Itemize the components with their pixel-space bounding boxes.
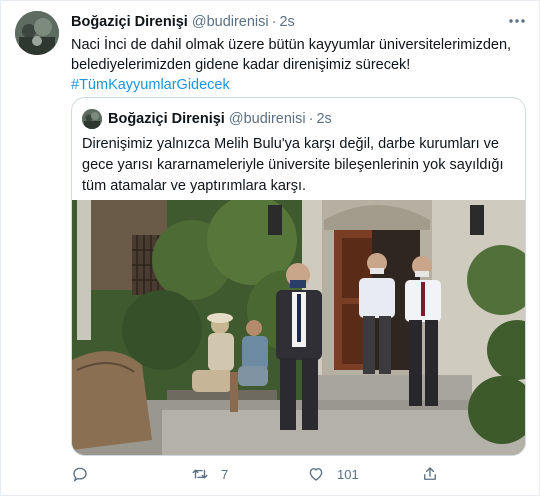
share-button[interactable] (421, 463, 439, 485)
reply-icon (73, 467, 87, 482)
quoted-header-separator: · (308, 111, 314, 127)
quoted-author-handle: @budirenisi (228, 111, 306, 127)
quoted-author-avatar (82, 109, 102, 129)
tweet-text-line: Naci İnci de dahil olmak üzere bütün kay… (71, 37, 512, 53)
hashtag-link[interactable]: #TümKayyumlarGidecek (71, 75, 521, 95)
retweet-button[interactable]: 7 (191, 463, 228, 485)
like-count: 101 (337, 466, 359, 482)
retweet-count: 7 (221, 466, 229, 482)
tweet-text-line: belediyelerimizden gidene kadar direnişi… (71, 57, 411, 73)
retweet-icon (192, 469, 208, 479)
author-name[interactable]: Boğaziçi Direnişi (71, 14, 188, 30)
reply-button[interactable] (71, 463, 101, 485)
author-avatar[interactable] (15, 11, 59, 55)
like-button[interactable]: 101 (307, 463, 359, 485)
like-icon (309, 468, 323, 481)
quoted-tweet-photo[interactable] (72, 200, 525, 455)
quoted-author-name: Boğaziçi Direnişi (108, 111, 225, 127)
tweet-header: Boğaziçi Direnişi @budirenisi · 2s (71, 14, 295, 30)
more-options-icon[interactable] (506, 11, 528, 31)
tweet-actions: 7 101 (71, 463, 511, 485)
quoted-tweet-header: Boğaziçi Direnişi @budirenisi · 2s (108, 111, 332, 127)
quoted-tweet[interactable]: Boğaziçi Direnişi @budirenisi · 2s Direnişi… (71, 97, 526, 456)
header-separator: · (271, 14, 277, 30)
tweet-text: Naci İnci de dahil olmak üzere bütün kay… (71, 35, 521, 95)
quoted-tweet-timestamp: 2s (316, 111, 332, 127)
author-handle[interactable]: @budirenisi (192, 14, 269, 30)
tweet-timestamp[interactable]: 2s (279, 14, 294, 30)
tweet-card[interactable]: Boğaziçi Direnişi @budirenisi · 2s Naci İnc… (0, 0, 540, 496)
share-icon (424, 467, 436, 480)
quoted-tweet-text: Direnişimiz yalnızca Melih Bulu'ya karşı… (82, 136, 504, 194)
